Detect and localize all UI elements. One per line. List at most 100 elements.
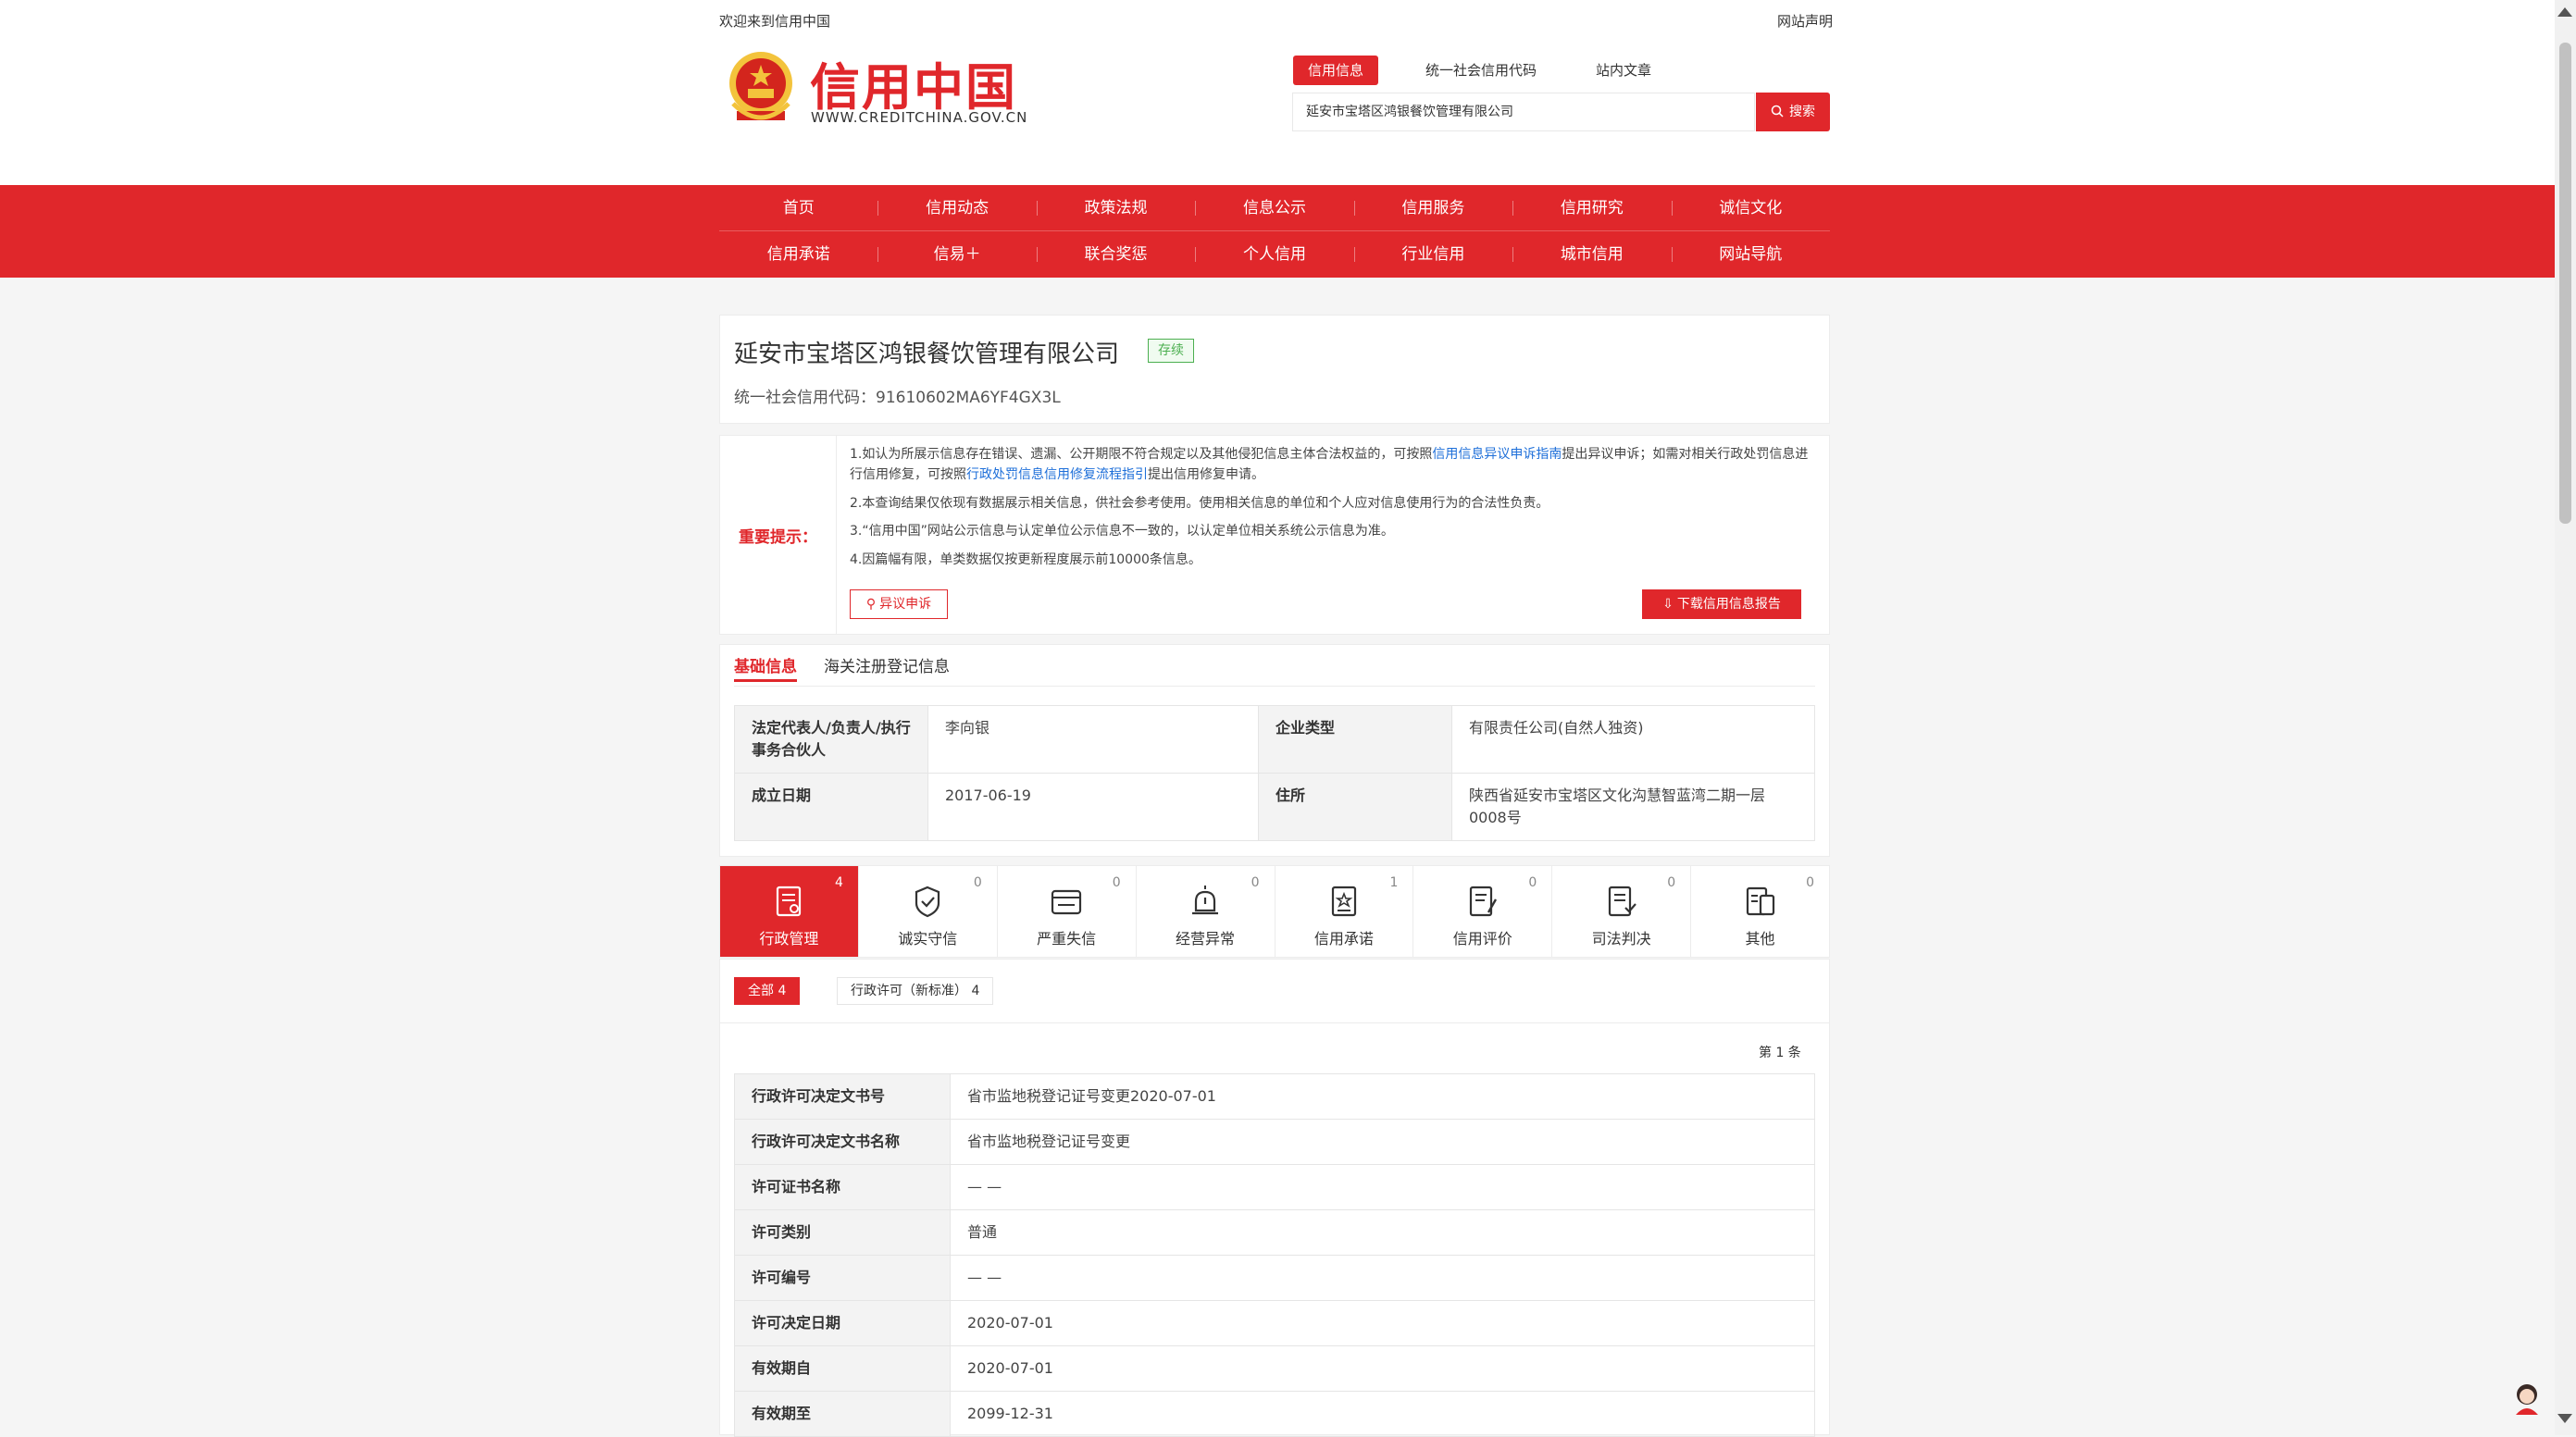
- address-label: 住所: [1258, 773, 1452, 841]
- download-icon: ⇩: [1662, 597, 1674, 612]
- category-count: 0: [1528, 875, 1537, 890]
- filter-all[interactable]: 全部 4: [734, 977, 801, 1005]
- category-count: 0: [1667, 875, 1676, 890]
- table-row: 许可编号 — —: [734, 1255, 1815, 1301]
- notice-text: 1.如认为所展示信息存在错误、遗漏、公开期限不符合规定以及其他侵犯信息主体合法权…: [850, 447, 1433, 462]
- company-type-value: 有限责任公司(自然人独资): [1451, 705, 1815, 774]
- scrollbar-thumb[interactable]: [2559, 43, 2571, 524]
- search-button[interactable]: 搜索: [1756, 93, 1830, 131]
- license-label: 行政许可决定文书号: [734, 1073, 951, 1120]
- category-business-abnormal[interactable]: 0 经营异常: [1137, 866, 1276, 957]
- table-row: 许可类别 普通: [734, 1209, 1815, 1256]
- scroll-up-icon[interactable]: [2557, 7, 2572, 17]
- tab-customs-info[interactable]: 海关注册登记信息: [824, 653, 950, 676]
- license-value: 2020-07-01: [950, 1345, 1815, 1392]
- nav-policy[interactable]: 政策法规: [1036, 185, 1195, 231]
- filter-admin-license[interactable]: 行政许可（新标准） 4: [837, 977, 994, 1005]
- notice-paragraph-3: 3.“信用中国”网站公示信息与认定单位公示信息不一致的，以认定单位相关系统公示信…: [850, 524, 1394, 539]
- main-nav: 首页 信用动态 政策法规 信息公示 信用服务 信用研究 诚信文化 信用承诺 信易…: [0, 185, 2555, 278]
- table-row: 行政许可决定文书号 省市监地税登记证号变更2020-07-01: [734, 1073, 1815, 1120]
- category-label: 诚实守信: [898, 930, 958, 948]
- credit-evaluation-icon: [1469, 886, 1497, 917]
- table-row: 许可决定日期 2020-07-01: [734, 1300, 1815, 1346]
- nav-personal-credit[interactable]: 个人信用: [1195, 231, 1353, 278]
- category-honesty[interactable]: 0 诚实守信: [859, 866, 998, 957]
- nav-credit-news[interactable]: 信用动态: [877, 185, 1036, 231]
- company-type-label: 企业类型: [1258, 705, 1452, 774]
- search-tab-credit-info[interactable]: 信用信息: [1293, 56, 1379, 85]
- welcome-text: 欢迎来到信用中国: [719, 13, 831, 30]
- license-table: 行政许可决定文书号 省市监地税登记证号变更2020-07-01 行政许可决定文书名…: [734, 1073, 1815, 1437]
- nav-site-map[interactable]: 网站导航: [1671, 231, 1830, 278]
- objection-guide-link[interactable]: 信用信息异议申诉指南: [1432, 447, 1562, 462]
- table-row: 成立日期 2017-06-19 住所 陕西省延安市宝塔区文化沟慧智蓝湾二期一层0…: [734, 773, 1815, 841]
- download-report-label: 下载信用信息报告: [1676, 597, 1781, 612]
- category-count: 4: [834, 875, 843, 890]
- nav-xinyi-plus[interactable]: 信易＋: [877, 231, 1036, 278]
- notice-paragraph-4: 4.因篇幅有限，单类数据仅按更新程度展示前10000条信息。: [850, 552, 1201, 567]
- category-label: 信用评价: [1452, 930, 1512, 948]
- search-input[interactable]: 延安市宝塔区鸿银餐饮管理有限公司: [1292, 93, 1755, 131]
- nav-credit-commitment[interactable]: 信用承诺: [719, 231, 877, 278]
- license-value: — —: [950, 1255, 1815, 1301]
- category-credit-evaluation[interactable]: 0 信用评价: [1413, 866, 1553, 957]
- honesty-icon: [915, 886, 940, 918]
- notice-paragraph-1: 1.如认为所展示信息存在错误、遗漏、公开期限不符合规定以及其他侵犯信息主体合法权…: [850, 444, 1812, 485]
- category-serious-dishonesty[interactable]: 0 严重失信: [998, 866, 1137, 957]
- header-bar: [0, 0, 2555, 185]
- tab-active-indicator: [734, 679, 797, 682]
- license-label: 许可证书名称: [734, 1164, 951, 1210]
- category-label: 行政管理: [759, 930, 819, 948]
- category-count: 0: [973, 875, 982, 890]
- category-credit-commitment[interactable]: 1 信用承诺: [1276, 866, 1414, 957]
- nav-industry-credit[interactable]: 行业信用: [1353, 231, 1512, 278]
- nav-info-publicity[interactable]: 信息公示: [1195, 185, 1353, 231]
- table-row: 有效期至 2099-12-31: [734, 1391, 1815, 1437]
- address-value: 陕西省延安市宝塔区文化沟慧智蓝湾二期一层0008号: [1451, 773, 1815, 841]
- license-label: 有效期自: [734, 1345, 951, 1392]
- search-tab-articles[interactable]: 站内文章: [1581, 56, 1666, 85]
- license-value: — —: [950, 1164, 1815, 1210]
- repair-guide-link[interactable]: 行政处罚信息信用修复流程指引: [966, 467, 1148, 482]
- company-card: [719, 315, 1830, 424]
- nav-city-credit[interactable]: 城市信用: [1512, 231, 1671, 278]
- site-statement-link[interactable]: 网站声明: [1777, 11, 1833, 31]
- category-label: 经营异常: [1176, 930, 1236, 948]
- category-count: 0: [1112, 875, 1121, 890]
- category-admin-management[interactable]: 4 行政管理: [720, 866, 859, 957]
- table-row: 行政许可决定文书名称 省市监地税登记证号变更: [734, 1119, 1815, 1165]
- download-report-button[interactable]: ⇩ 下载信用信息报告: [1642, 589, 1801, 619]
- user-icon: ⚲: [865, 597, 877, 612]
- license-label: 许可决定日期: [734, 1300, 951, 1346]
- national-emblem-icon: [729, 52, 792, 120]
- nav-integrity-culture[interactable]: 诚信文化: [1671, 185, 1830, 231]
- founding-date-value: 2017-06-19: [927, 773, 1259, 841]
- assistant-avatar-icon[interactable]: [2511, 1381, 2543, 1415]
- nav-joint-reward[interactable]: 联合奖惩: [1036, 231, 1195, 278]
- license-label: 有效期至: [734, 1391, 951, 1437]
- nav-credit-service[interactable]: 信用服务: [1353, 185, 1512, 231]
- search-tab-credit-code[interactable]: 统一社会信用代码: [1411, 56, 1551, 85]
- license-value: 省市监地税登记证号变更2020-07-01: [950, 1073, 1815, 1120]
- serious-dishonesty-icon: [1052, 889, 1082, 915]
- category-judicial-judgment[interactable]: 0 司法判决: [1552, 866, 1692, 957]
- notice-paragraph-2: 2.本查询结果仅依现有数据展示相关信息，供社会参考使用。使用相关信息的单位和个人…: [850, 496, 1549, 511]
- scroll-down-icon[interactable]: [2557, 1414, 2572, 1423]
- founding-date-label: 成立日期: [734, 773, 928, 841]
- nav-credit-research[interactable]: 信用研究: [1512, 185, 1671, 231]
- category-label: 信用承诺: [1313, 930, 1374, 948]
- search-button-label: 搜索: [1789, 105, 1815, 119]
- credit-commitment-icon: [1331, 886, 1357, 917]
- nav-home[interactable]: 首页: [719, 185, 877, 231]
- legal-rep-value: 李向银: [927, 705, 1259, 774]
- license-label: 行政许可决定文书名称: [734, 1119, 951, 1165]
- tab-basic-info[interactable]: 基础信息: [734, 653, 797, 676]
- category-bar: 4 行政管理 0 诚实守信 0 严重失信 0 经营异常 1 信用承诺 0 信用评…: [719, 865, 1830, 958]
- category-other[interactable]: 0 其他: [1691, 866, 1829, 957]
- objection-button[interactable]: ⚲ 异议申诉: [850, 589, 948, 619]
- status-badge: 存续: [1148, 339, 1194, 363]
- credit-code: 统一社会信用代码：91610602MA6YF4GX3L: [734, 389, 1061, 407]
- notice-text: 提出信用修复申请。: [1148, 467, 1264, 482]
- other-icon: [1746, 886, 1774, 916]
- table-row: 法定代表人/负责人/执行事务合伙人 李向银 企业类型 有限责任公司(自然人独资): [734, 705, 1815, 774]
